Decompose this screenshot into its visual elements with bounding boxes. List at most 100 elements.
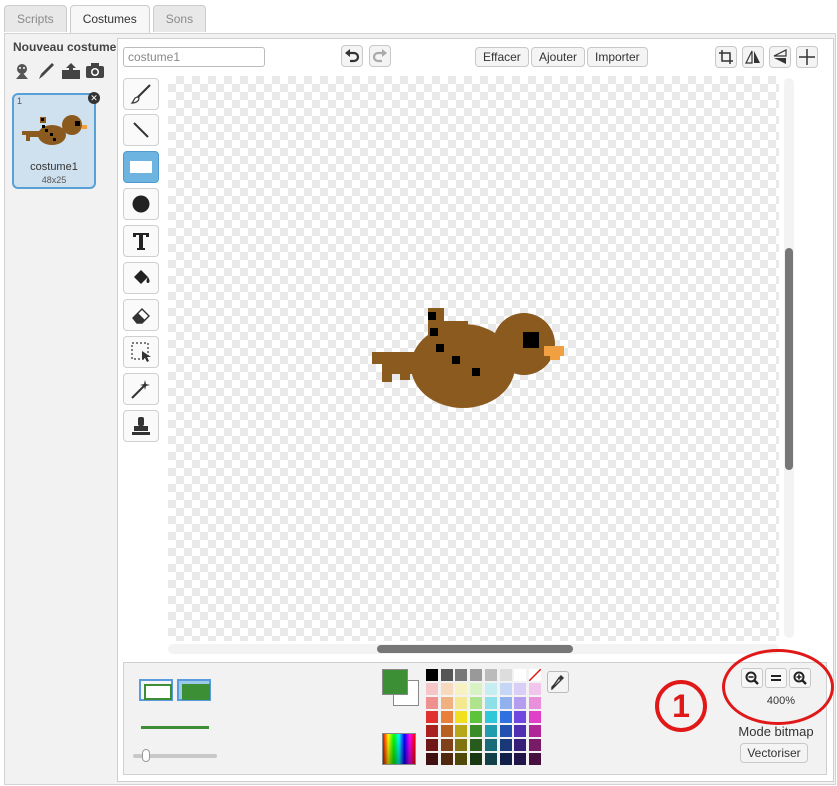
bitmap-mode-label: Mode bitmap [738, 724, 814, 739]
crop-button[interactable] [715, 46, 737, 68]
sprite-library-icon[interactable] [13, 62, 31, 80]
fill-tool[interactable] [123, 262, 159, 294]
brush-tool[interactable] [123, 78, 159, 110]
palette-swatch[interactable] [455, 683, 468, 695]
eyedropper-button[interactable] [547, 671, 569, 693]
palette-swatch[interactable] [514, 697, 527, 709]
palette-swatch[interactable] [528, 753, 541, 765]
text-tool[interactable] [123, 225, 159, 257]
add-button[interactable]: Ajouter [531, 47, 586, 67]
palette-swatch[interactable] [484, 683, 497, 695]
outline-mode-option[interactable] [139, 679, 173, 701]
palette-swatch[interactable] [484, 753, 497, 765]
tab-costumes[interactable]: Costumes [69, 5, 150, 34]
palette-swatch[interactable] [499, 739, 512, 751]
palette-swatch[interactable] [455, 739, 468, 751]
ellipse-tool[interactable] [123, 188, 159, 220]
palette-swatch[interactable] [440, 753, 453, 765]
import-button[interactable]: Importer [587, 47, 648, 67]
palette-swatch[interactable] [426, 739, 438, 751]
tab-sounds[interactable]: Sons [152, 5, 207, 32]
palette-swatch[interactable] [484, 669, 497, 681]
palette-swatch[interactable] [470, 725, 483, 737]
paint-brush-icon[interactable] [37, 62, 55, 80]
palette-swatch[interactable] [470, 683, 483, 695]
tab-scripts[interactable]: Scripts [4, 5, 67, 32]
palette-swatch[interactable] [440, 697, 453, 709]
paint-bucket-icon [134, 270, 150, 284]
palette-swatch[interactable] [426, 725, 438, 737]
palette-swatch[interactable] [499, 711, 512, 723]
primary-color-swatch[interactable] [382, 669, 408, 695]
palette-swatch[interactable] [484, 725, 497, 737]
palette-swatch[interactable] [440, 711, 453, 723]
costume-tile[interactable]: 1 ✕ costume1 48x25 [12, 92, 100, 189]
palette-swatch[interactable] [455, 669, 468, 681]
palette-swatch[interactable] [455, 711, 468, 723]
palette-swatch[interactable] [426, 669, 438, 681]
filled-mode-option[interactable] [177, 679, 211, 701]
palette-swatch[interactable] [470, 711, 483, 723]
zoom-out-button[interactable] [741, 668, 763, 688]
palette-swatch[interactable] [470, 739, 483, 751]
palette-swatch[interactable] [514, 711, 527, 723]
flip-vertical-button[interactable] [769, 46, 791, 68]
palette-swatch[interactable] [514, 725, 527, 737]
palette-swatch[interactable] [484, 697, 497, 709]
palette-swatch[interactable] [455, 753, 468, 765]
camera-icon[interactable] [85, 62, 104, 80]
palette-swatch[interactable] [499, 725, 512, 737]
palette-swatch[interactable] [470, 753, 483, 765]
palette-swatch[interactable] [484, 711, 497, 723]
line-tool[interactable] [123, 114, 159, 146]
palette-swatch[interactable] [440, 683, 453, 695]
palette-swatch[interactable] [528, 668, 542, 682]
line-width-slider-thumb[interactable] [142, 749, 150, 762]
vertical-scroll-thumb[interactable] [785, 248, 793, 470]
palette-swatch[interactable] [426, 697, 438, 709]
delete-costume-icon[interactable]: ✕ [88, 92, 100, 104]
palette-swatch[interactable] [514, 739, 527, 751]
convert-to-vector-button[interactable]: Vectoriser [740, 743, 808, 763]
clear-button[interactable]: Effacer [475, 47, 529, 67]
stamp-tool[interactable] [123, 410, 159, 442]
palette-swatch[interactable] [455, 725, 468, 737]
select-tool[interactable] [123, 336, 159, 368]
palette-swatch[interactable] [528, 739, 541, 751]
palette-swatch[interactable] [528, 725, 541, 737]
palette-swatch[interactable] [440, 669, 453, 681]
set-center-button[interactable] [796, 46, 818, 68]
eraser-tool[interactable] [123, 299, 159, 331]
palette-swatch[interactable] [528, 683, 541, 695]
zoom-in-button[interactable] [789, 668, 811, 688]
palette-swatch[interactable] [470, 697, 483, 709]
zoom-reset-button[interactable] [765, 668, 787, 688]
horizontal-scroll-thumb[interactable] [377, 645, 573, 653]
palette-swatch[interactable] [514, 683, 527, 695]
costume-name-input[interactable] [123, 47, 265, 67]
palette-swatch[interactable] [514, 669, 527, 681]
palette-swatch[interactable] [499, 683, 512, 695]
drawing-canvas[interactable] [168, 76, 779, 641]
color-picker-spectrum[interactable] [382, 733, 416, 765]
palette-swatch[interactable] [514, 753, 527, 765]
palette-swatch[interactable] [470, 669, 483, 681]
upload-icon[interactable] [61, 62, 80, 80]
palette-swatch[interactable] [440, 725, 453, 737]
palette-swatch[interactable] [455, 697, 468, 709]
palette-swatch[interactable] [528, 697, 541, 709]
palette-swatch[interactable] [440, 739, 453, 751]
flip-horizontal-button[interactable] [742, 46, 764, 68]
undo-button[interactable] [341, 45, 363, 67]
palette-swatch[interactable] [499, 753, 512, 765]
rectangle-tool[interactable] [123, 151, 159, 183]
palette-swatch[interactable] [426, 711, 438, 723]
palette-swatch[interactable] [528, 711, 541, 723]
palette-swatch[interactable] [484, 739, 497, 751]
palette-swatch[interactable] [426, 753, 438, 765]
palette-swatch[interactable] [499, 669, 512, 681]
redo-button[interactable] [369, 45, 391, 67]
palette-swatch[interactable] [426, 683, 438, 695]
palette-swatch[interactable] [499, 697, 512, 709]
magic-select-tool[interactable] [123, 373, 159, 405]
